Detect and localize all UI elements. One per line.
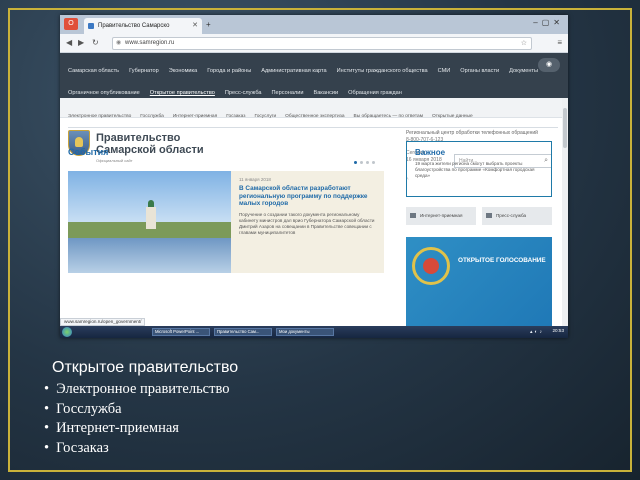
important-box[interactable]: Важное 19 марта жители региона смогут вы… [406,141,552,197]
nav-item[interactable]: Экономика [169,68,198,74]
nav-item[interactable]: Открытое правительство [150,90,215,96]
reload-icon[interactable]: ↻ [92,38,99,47]
status-url: www.samregion.ru/open_government/ [60,318,146,326]
tab-title: Правительство Самарско [98,23,170,29]
site-title[interactable]: Правительство Самарской области [96,132,236,156]
taskbar-clock: 20:53 [552,328,565,333]
slide-bullet-list: Электронное правительствоГосслужбаИнтерн… [44,380,229,458]
press-icon [486,213,492,218]
back-icon[interactable]: ◀ [66,38,72,47]
news-photo[interactable] [68,171,231,273]
task-documents[interactable]: Мои документы [276,328,334,336]
url-field[interactable]: ◉ www.samregion.ru ☆ [112,37,532,50]
slide-bullet: Интернет-приемная [44,419,229,439]
slide-heading: Открытое правительство [52,359,239,376]
carousel-dot[interactable] [360,161,363,164]
nav-item[interactable]: СМИ [438,68,451,74]
scroll-thumb[interactable] [563,108,567,148]
internet-reception-label: Интернет-приемная [420,213,463,218]
nav-item[interactable]: Вакансии [313,90,338,96]
accessibility-eye-icon[interactable]: ◉ [538,58,560,72]
start-button-icon[interactable] [62,327,72,337]
nav-item[interactable]: Губернатор [129,68,159,74]
computer-icon [410,213,416,218]
task-powerpoint[interactable]: Microsoft PowerPoint ... [152,328,210,336]
windows-taskbar: Microsoft PowerPoint ... Правительство С… [60,326,568,338]
topnav-row-primary: Самарская область Губернатор Экономика Горо… [68,59,548,77]
nav-item[interactable]: Органы власти [460,68,499,74]
news-date: 11 января 2018 [239,177,271,182]
wreath-icon [412,247,450,285]
content-divider [68,127,558,128]
page-scrollbar[interactable] [562,98,568,326]
carousel-dot[interactable] [372,161,375,164]
system-tray-icons[interactable]: ▴◐♪ [530,329,544,335]
browser-menu-icon[interactable]: ≡ [557,38,562,47]
tab-close-icon[interactable]: ✕ [192,18,198,34]
events-title[interactable]: События [68,147,108,157]
window-controls[interactable]: –▢✕ [533,18,564,27]
carousel-dot[interactable] [354,161,357,164]
news-headline[interactable]: В Самарской области разработают регионал… [239,185,376,208]
open-vote-banner[interactable]: ОТКРЫТОЕ ГОЛОСОВАНИЕ [406,237,552,333]
banner-text: ОТКРЫТОЕ ГОЛОСОВАНИЕ [458,257,546,264]
site-topnav: Самарская область Губернатор Экономика Горо… [60,53,568,98]
browser-tabbar: O Правительство Самарско ✕ + –▢✕ [60,15,568,34]
important-title: Важное [415,148,446,157]
site-subtitle: Официальный сайт [96,158,133,163]
globe-icon: ◉ [116,40,122,46]
nav-item[interactable]: Институты гражданского общества [337,68,428,74]
nav-item[interactable]: Города и районы [207,68,251,74]
browser-logo-icon: O [64,18,78,30]
url-text: www.samregion.ru [125,40,175,46]
slide-bullet: Госслужба [44,400,229,420]
browser-tab[interactable]: Правительство Самарско ✕ [84,18,202,34]
carousel-dot[interactable] [366,161,369,164]
press-service-label: Пресс-служба [496,213,527,218]
favicon-icon [88,23,94,29]
site-subnav: Электронное правительство Госслужба Интерн… [60,98,568,119]
press-service-button[interactable]: Пресс-служба [482,207,552,225]
slide-bullet: Электронное правительство [44,380,229,400]
browser-addressbar: ◀ ▶ ↻ ◉ www.samregion.ru ☆ ≡ [60,34,568,53]
hotline-label: Региональный центр обработки телефонных … [406,130,538,136]
topnav-row-secondary: Органичное опубликование Открытое правите… [68,81,412,99]
nav-item[interactable]: Персоналии [272,90,304,96]
nav-item[interactable]: Пресс-служба [225,90,262,96]
nav-item[interactable]: Самарская область [68,68,119,74]
embedded-screenshot: O Правительство Самарско ✕ + –▢✕ ◀ ▶ ↻ ◉… [60,15,568,338]
nav-item[interactable]: Органичное опубликование [68,90,140,96]
important-text: 19 марта жители региона смогут выбрать п… [415,161,535,178]
nav-item[interactable]: Административная карта [261,68,326,74]
news-text: Поручение о создании такого документа ре… [239,211,375,235]
nav-item[interactable]: Обращения граждан [348,90,402,96]
internet-reception-button[interactable]: Интернет-приемная [406,207,476,225]
forward-icon[interactable]: ▶ [78,38,84,47]
bookmark-star-icon[interactable]: ☆ [521,38,527,49]
news-card[interactable]: 11 января 2018 В Самарской области разра… [231,171,384,273]
task-browser[interactable]: Правительство Сам... [214,328,272,336]
carousel-dots[interactable] [354,151,378,169]
slide-bullet: Госзаказ [44,439,229,459]
new-tab-icon[interactable]: + [206,20,211,29]
nav-item[interactable]: Документы [509,68,538,74]
